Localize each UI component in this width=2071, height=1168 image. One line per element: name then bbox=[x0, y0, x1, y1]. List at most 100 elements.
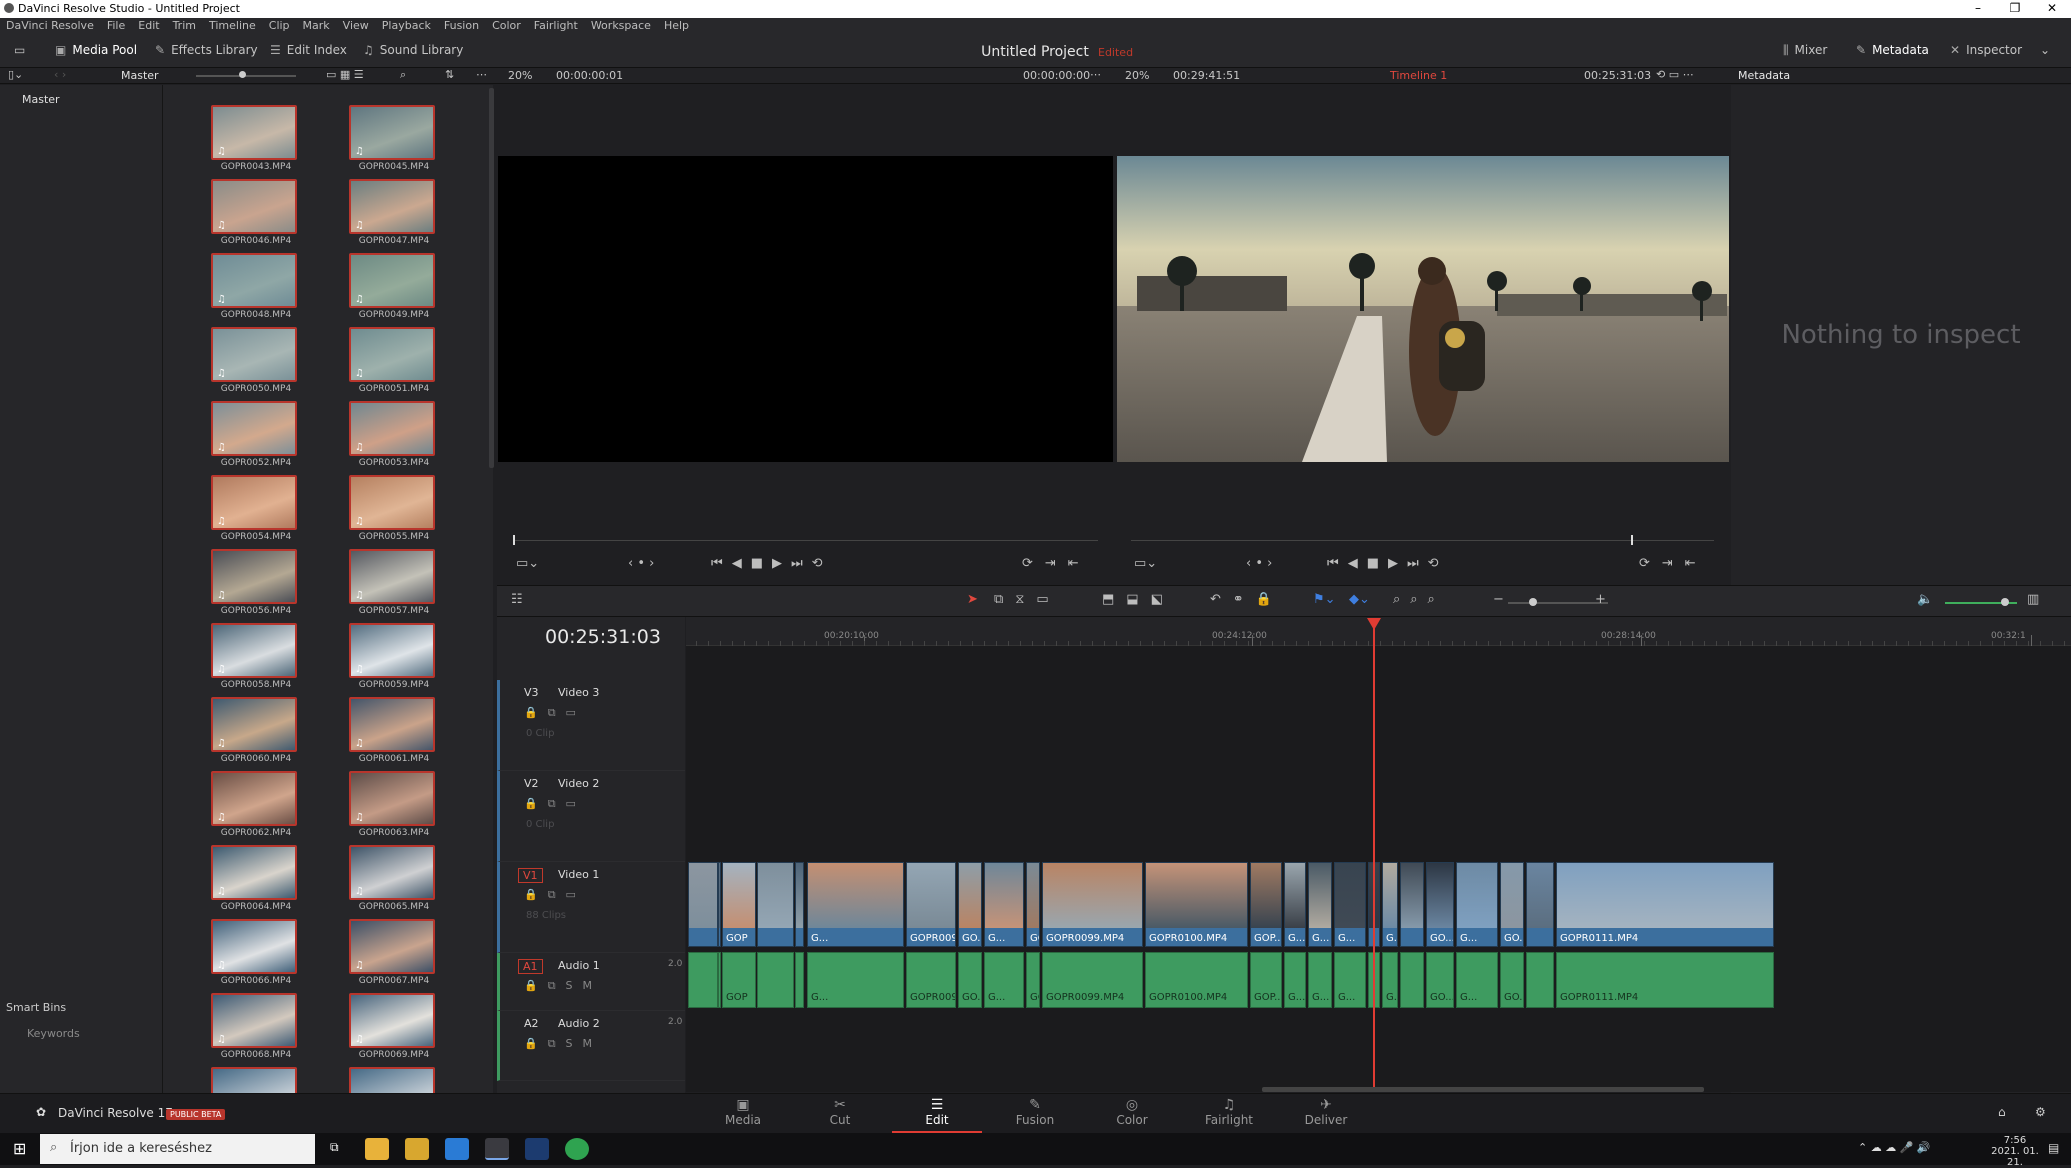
video-clip[interactable]: GOP... bbox=[1250, 862, 1282, 947]
viewer-options-icon[interactable]: ⟲ ▭ ⋯ bbox=[1656, 68, 1694, 81]
media-clip-thumbnail[interactable]: ♫ bbox=[349, 327, 435, 382]
video-clip[interactable]: GOP bbox=[722, 862, 756, 947]
audio-clip[interactable]: GO... bbox=[1426, 952, 1454, 1008]
media-clip-thumbnail[interactable]: ♫ bbox=[349, 549, 435, 604]
settings-gear-icon[interactable]: ⚙ bbox=[2035, 1105, 2046, 1119]
menu-item-workspace[interactable]: Workspace bbox=[585, 18, 658, 32]
zoom-icons[interactable]: ⌕⌕⌕ bbox=[1393, 592, 1445, 607]
marker-icon[interactable]: ◆⌄ bbox=[1349, 592, 1370, 607]
media-clip-thumbnail[interactable]: ♫ bbox=[349, 475, 435, 530]
media-clip-thumbnail[interactable]: ♫ bbox=[211, 919, 297, 974]
mixer-button[interactable]: ⫼ Mixer bbox=[1783, 43, 1827, 61]
audio-clip[interactable]: GOPR0099.MP4 bbox=[1042, 952, 1143, 1008]
maximize-button[interactable]: ❐ bbox=[1999, 0, 2031, 18]
timeline-scrollbar[interactable] bbox=[1262, 1087, 1704, 1092]
media-clip-thumbnail[interactable]: ♫ bbox=[211, 623, 297, 678]
minimize-button[interactable]: – bbox=[1962, 0, 1994, 18]
media-clip-thumbnail[interactable]: ♫ bbox=[211, 993, 297, 1048]
media-clip-thumbnail[interactable]: ♫ bbox=[211, 105, 297, 160]
track-header-v2[interactable]: V2 Video 2 🔒⧉▭ 0 Clip bbox=[497, 771, 685, 862]
media-pool-button[interactable]: ▣ Media Pool bbox=[55, 43, 137, 61]
source-match-icons[interactable]: ⟳⇥⇤ bbox=[1022, 556, 1091, 571]
media-clip-thumbnail[interactable]: ♫ bbox=[349, 105, 435, 160]
media-clip-thumbnail[interactable]: ♫ bbox=[211, 401, 297, 456]
media-clip-thumbnail[interactable]: ♫ bbox=[349, 253, 435, 308]
track-controls-icons[interactable]: 🔒⧉▭ bbox=[524, 706, 586, 720]
explorer-taskbar-icon[interactable] bbox=[405, 1138, 429, 1160]
timeline-playhead[interactable] bbox=[1373, 621, 1375, 1087]
view-mode-icons[interactable]: ▭ ▦ ☰ bbox=[326, 68, 364, 81]
mail-taskbar-icon[interactable] bbox=[445, 1138, 469, 1160]
thumb-size-handle[interactable] bbox=[239, 71, 246, 78]
audio-clip[interactable]: G... bbox=[1284, 952, 1306, 1008]
audio-clip[interactable] bbox=[1400, 952, 1424, 1008]
audio-meter-icon[interactable]: ▥ bbox=[2027, 592, 2039, 607]
media-clip-thumbnail[interactable]: ♫ bbox=[349, 623, 435, 678]
menu-item-color[interactable]: Color bbox=[486, 18, 528, 32]
zoom-in-icon[interactable]: + bbox=[1595, 592, 1606, 607]
video-clip[interactable] bbox=[718, 862, 721, 947]
media-clip-thumbnail[interactable]: ♫ bbox=[349, 993, 435, 1048]
menu-item-fusion[interactable]: Fusion bbox=[438, 18, 486, 32]
media-clip-thumbnail[interactable]: ♫ bbox=[349, 697, 435, 752]
menu-item-edit[interactable]: Edit bbox=[132, 18, 166, 32]
page-tab-fairlight[interactable]: ♫ Fairlight bbox=[1184, 1095, 1274, 1133]
menu-item-davinci-resolve[interactable]: DaVinci Resolve bbox=[0, 18, 101, 32]
video-clip[interactable] bbox=[688, 862, 718, 947]
app-taskbar-icon[interactable] bbox=[565, 1138, 589, 1160]
page-tab-media[interactable]: ▣ Media bbox=[698, 1095, 788, 1133]
selection-tool-icon[interactable]: ➤ bbox=[967, 592, 978, 607]
page-tab-color[interactable]: ◎ Color bbox=[1087, 1095, 1177, 1133]
video-clip[interactable]: G... bbox=[1382, 862, 1398, 947]
audio-clip[interactable]: GOPR0100.MP4 bbox=[1145, 952, 1248, 1008]
video-clip[interactable]: G... bbox=[984, 862, 1024, 947]
track-controls-icons[interactable]: 🔒⧉SM bbox=[524, 1037, 602, 1051]
media-clip-thumbnail[interactable]: ♫ bbox=[211, 179, 297, 234]
edit-tools-icons[interactable]: ⧉⧖▭ bbox=[994, 592, 1061, 607]
audio-clip[interactable] bbox=[718, 952, 721, 1008]
audio-clip[interactable]: G... bbox=[1382, 952, 1398, 1008]
options-icon[interactable]: ⋯ bbox=[476, 68, 487, 81]
source-scrubber[interactable] bbox=[513, 540, 1098, 541]
video-clip[interactable] bbox=[1400, 862, 1424, 947]
sound-library-button[interactable]: ♫ Sound Library bbox=[363, 43, 463, 61]
timeline-match-icons[interactable]: ⟳⇥⇤ bbox=[1639, 556, 1708, 571]
page-tab-deliver[interactable]: ✈ Deliver bbox=[1281, 1095, 1371, 1133]
audio-clip[interactable]: GOPR0094.MP4 bbox=[906, 952, 956, 1008]
sidebar-toggle-icon[interactable]: ▯⌄ bbox=[8, 68, 23, 81]
windows-start-icon[interactable]: ⊞ bbox=[13, 1139, 26, 1158]
media-clip-thumbnail[interactable]: ♫ bbox=[211, 327, 297, 382]
timeline-viewer-playhead[interactable] bbox=[1631, 535, 1633, 545]
video-clip[interactable]: G... bbox=[1334, 862, 1366, 947]
menu-item-fairlight[interactable]: Fairlight bbox=[528, 18, 585, 32]
audio-clip[interactable]: GOPR0111.MP4 bbox=[1556, 952, 1774, 1008]
video-clip[interactable]: GO... bbox=[1500, 862, 1524, 947]
smart-bins-header[interactable]: Smart Bins bbox=[6, 1001, 66, 1014]
audio-clip[interactable]: GOPR... bbox=[1026, 952, 1040, 1008]
media-clip-thumbnail[interactable]: ♫ bbox=[211, 697, 297, 752]
notifications-icon[interactable]: ▤ bbox=[2048, 1141, 2059, 1155]
volume-icon[interactable]: 🔈 bbox=[1917, 592, 1933, 607]
audio-clip[interactable]: GOP... bbox=[1250, 952, 1282, 1008]
keywords-bin[interactable]: Keywords bbox=[27, 1027, 80, 1040]
flag-icon[interactable]: ⚑⌄ bbox=[1313, 592, 1336, 607]
menu-item-timeline[interactable]: Timeline bbox=[203, 18, 263, 32]
video-clip[interactable]: G... bbox=[1308, 862, 1332, 947]
video-clip[interactable]: GOPR... bbox=[1026, 862, 1040, 947]
media-clip-thumbnail[interactable]: ♫ bbox=[349, 401, 435, 456]
audio-clip[interactable] bbox=[795, 952, 804, 1008]
video-clip[interactable]: G... bbox=[1284, 862, 1306, 947]
timeline-jog-icon[interactable]: ‹ • › bbox=[1246, 556, 1272, 571]
source-transport-controls[interactable]: ⏮◀■▶⏭⟲ bbox=[711, 556, 832, 571]
page-tab-fusion[interactable]: ✎ Fusion bbox=[990, 1095, 1080, 1133]
media-clip-thumbnail[interactable]: ♫ bbox=[211, 549, 297, 604]
timeline-zoom-slider[interactable] bbox=[1508, 602, 1608, 604]
resolve-taskbar-icon[interactable] bbox=[485, 1138, 509, 1160]
master-bin[interactable]: Master bbox=[22, 93, 60, 106]
volume-handle[interactable] bbox=[2001, 598, 2009, 606]
insert-tools-icons[interactable]: ⬒⬓⬕ bbox=[1102, 592, 1175, 607]
snap-link-lock-icons[interactable]: ↶⚭🔒 bbox=[1210, 592, 1284, 607]
media-clip-thumbnail[interactable]: ♫ bbox=[211, 771, 297, 826]
video-clip[interactable]: GOPR0111.MP4 bbox=[1556, 862, 1774, 947]
video-clip[interactable]: GO... bbox=[1426, 862, 1454, 947]
